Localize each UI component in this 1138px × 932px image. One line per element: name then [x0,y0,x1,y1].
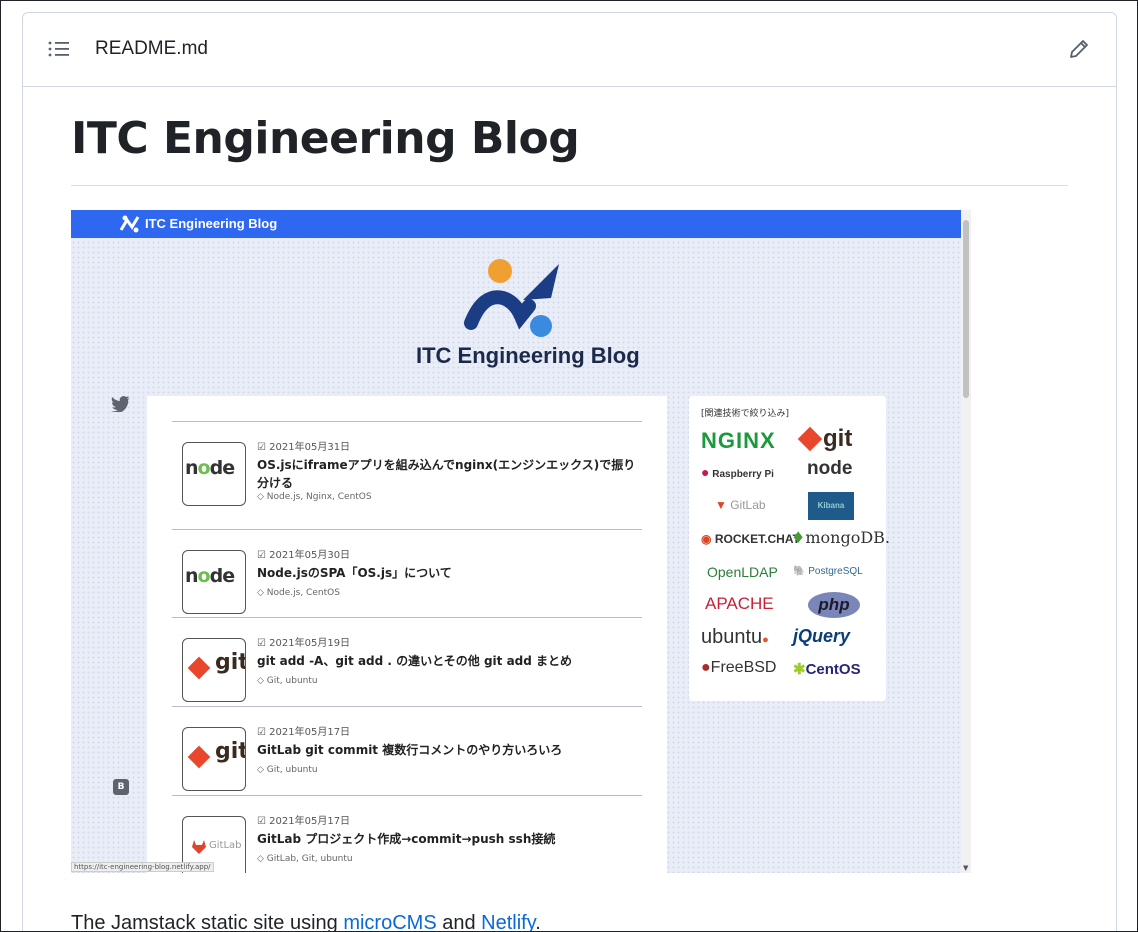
post-tags: ◇ Node.js, CentOS [257,588,340,598]
hero-logo-icon [464,259,559,337]
git-logo-icon: git [187,739,245,773]
tech-filter-heading: [関連技術で絞り込み] [701,409,790,419]
post-date: ☑ 2021年05月19日 [257,638,351,649]
readme-heading: ITC Engineering Blog [71,113,580,164]
heading-divider [71,185,1068,186]
post-title[interactable]: GitLab git commit 複数行コメントのやり方いろいろ [257,741,637,759]
post-date: ☑ 2021年05月17日 [257,816,351,827]
post-thumbnail: node [182,550,246,614]
twitter-icon[interactable] [111,396,131,412]
post-date: ☑ 2021年05月30日 [257,550,351,561]
tech-mongodb[interactable]: ♦mongoDB. [791,528,890,547]
intro-text: and [436,912,482,932]
window-frame: README.md ITC Engineering Blog ITC Engin… [0,0,1138,932]
scrollbar-thumb [963,220,969,398]
tech-freebsd[interactable]: ●FreeBSD [701,659,776,677]
post-title[interactable]: git add -A、git add . の違いとその他 git add まとめ [257,652,637,670]
post-date: ☑ 2021年05月17日 [257,727,351,738]
git-diamond-icon [797,426,823,452]
post-item[interactable]: GitLab ☑ 2021年05月17日 GitLab プロジェクト作成→com… [172,795,642,873]
intro-text: . [535,912,541,932]
tech-git[interactable]: git [797,425,852,453]
site-topbar: ITC Engineering Blog [71,210,961,238]
tech-nginx[interactable]: NGINX [701,428,776,454]
post-tags: ◇ GitLab, Git, ubuntu [257,854,353,864]
post-list: node ☑ 2021年05月31日 OS.jsにiframeアプリを組み込んで… [147,396,667,873]
post-thumbnail: git [182,638,246,702]
post-title[interactable]: OS.jsにiframeアプリを組み込んでnginx(エンジンエックス)で振り分… [257,456,637,492]
tech-centos[interactable]: ✱CentOS [793,660,861,678]
status-url: https://itc-engineering-blog.netlify.app… [71,862,214,872]
tech-php[interactable]: php [808,592,860,618]
file-name: README.md [95,38,208,59]
post-item[interactable]: node ☑ 2021年05月30日 Node.jsのSPA「OS.js」につい… [172,529,642,618]
tech-node[interactable]: node [807,458,852,480]
list-icon[interactable] [47,39,71,59]
tech-postgresql[interactable]: 🐘 PostgreSQL [793,566,863,577]
side-widget-icon[interactable]: B [113,779,129,795]
gitlab-logo-text: GitLab [209,840,242,851]
pencil-icon[interactable] [1067,37,1091,61]
node-logo-icon: node [185,565,235,587]
post-item[interactable]: git ☑ 2021年05月19日 git add -A、git add . の… [172,617,642,706]
post-title[interactable]: Node.jsのSPA「OS.js」について [257,564,637,582]
post-tags: ◇ Node.js, Nginx, CentOS [257,492,372,502]
tech-apache[interactable]: APACHE [705,594,774,614]
post-tags: ◇ Git, ubuntu [257,765,318,775]
git-logo-icon: git [187,650,245,684]
tech-ubuntu[interactable]: ubuntu● [701,626,769,649]
post-thumbnail: node [182,442,246,506]
post-item[interactable]: git ☑ 2021年05月17日 GitLab git commit 複数行コ… [172,706,642,795]
post-title[interactable]: GitLab プロジェクト作成→commit→push ssh接続 [257,830,637,848]
screenshot-scrollbar: ▼ [961,210,971,873]
tech-gitlab[interactable]: ▼ GitLab [715,498,766,512]
tech-raspberry-pi[interactable]: ● Raspberry Pi [701,464,774,480]
post-tags: ◇ Git, ubuntu [257,676,318,686]
netlify-link[interactable]: Netlify [481,912,535,931]
tech-filter-panel: [関連技術で絞り込み] NGINX git ● Raspberry Pi nod… [689,396,890,701]
site-screenshot: ITC Engineering Blog ▼ ITC Engineering B… [71,210,971,873]
intro-text: The Jamstack static site using [71,912,344,932]
tech-kibana[interactable]: Kibana [808,492,854,520]
post-item[interactable]: node ☑ 2021年05月31日 OS.jsにiframeアプリを組み込んで… [172,421,642,510]
tech-openldap[interactable]: OpenLDAP [707,564,778,580]
post-date: ☑ 2021年05月31日 [257,442,351,453]
microcms-link[interactable]: microCMS [343,912,436,931]
hero-title: ITC Engineering Blog [416,343,640,368]
site-topbar-title: ITC Engineering Blog [145,216,278,231]
scroll-down-arrow-icon: ▼ [963,864,969,872]
readme-header: README.md [23,13,1116,87]
node-logo-icon: node [185,457,235,479]
post-thumbnail: git [182,727,246,791]
gitlab-logo-icon [192,840,206,854]
tech-rocketchat[interactable]: ◉ ROCKET.CHAT [701,532,800,546]
intro-paragraph: The Jamstack static site using microCMS … [71,912,541,932]
site-logo-icon [119,215,140,233]
tech-jquery[interactable]: jQuery [793,626,850,647]
